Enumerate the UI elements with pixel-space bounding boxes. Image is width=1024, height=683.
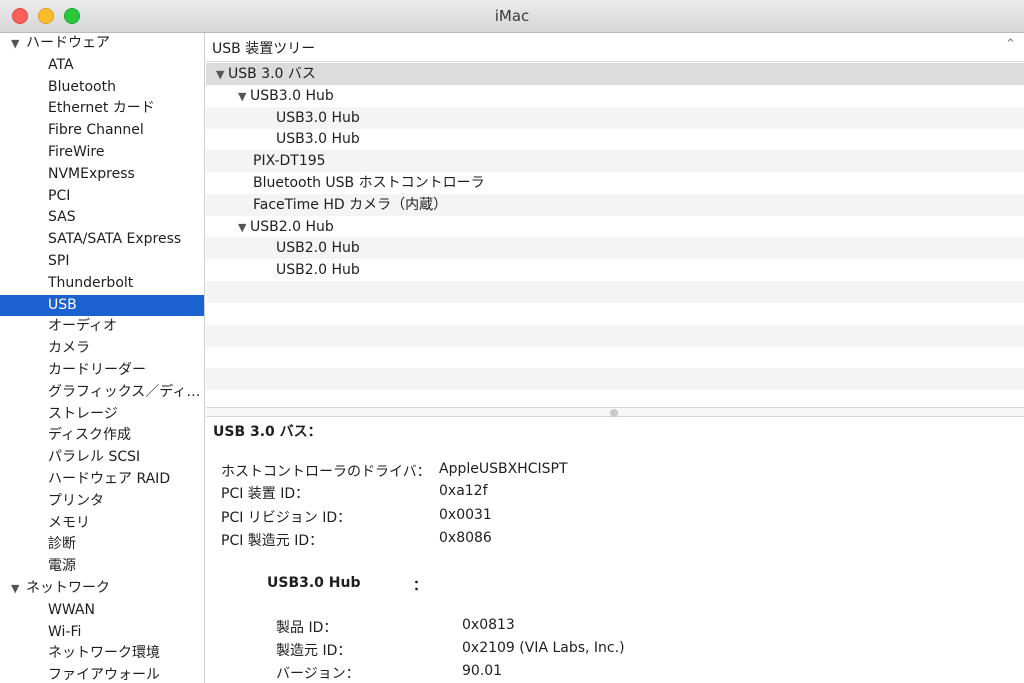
tree-row[interactable]: USB3.0 Hub <box>206 106 1024 129</box>
sidebar-group-1[interactable]: ▼ ネットワーク <box>0 578 204 599</box>
sort-chevron-up-icon[interactable]: ⌃ <box>1005 37 1016 52</box>
sidebar-group-label: ネットワーク <box>26 580 110 596</box>
sidebar-item[interactable]: SPI <box>0 251 204 272</box>
disclosure-triangle-icon[interactable]: ▼ <box>238 86 250 108</box>
property-key: PCI 装置 ID： <box>221 486 310 502</box>
tree-row-label: USB3.0 Hub <box>276 109 360 126</box>
sidebar-item[interactable]: グラフィックス／ディ… <box>0 382 204 403</box>
tree-row-label: USB2.0 Hub <box>250 218 334 235</box>
sidebar-item[interactable]: SAS <box>0 207 204 228</box>
sidebar-item[interactable]: パラレル SCSI <box>0 447 204 468</box>
sidebar-item[interactable]: Wi-Fi <box>0 622 204 643</box>
detail-pane: USB 3.0 バス： USB3.0 Hub ： ホストコントローラのドライバ：… <box>206 417 1024 683</box>
tree-row-label: USB3.0 Hub <box>250 87 334 104</box>
sub-property-value: 0x2109 (VIA Labs, Inc.) <box>462 640 625 656</box>
sidebar-item[interactable]: NVMExpress <box>0 164 204 185</box>
tree-header-title: USB 装置ツリー <box>212 41 316 57</box>
sidebar-item[interactable]: PCI <box>0 186 204 207</box>
splitter-handle-icon[interactable] <box>610 409 618 417</box>
tree-empty-row <box>206 324 1024 347</box>
tree-row[interactable]: FaceTime HD カメラ（内蔵） <box>206 193 1024 216</box>
usb-device-tree: ▼ USB 3.0 バス ▼ USB3.0 Hub USB3.0 Hub USB3.0 H… <box>206 63 1024 407</box>
sidebar-item[interactable]: Thunderbolt <box>0 273 204 294</box>
sidebar-item[interactable]: ATA <box>0 55 204 76</box>
sidebar-item[interactable]: Bluetooth <box>0 77 204 98</box>
detail-sub-colon: ： <box>413 578 427 594</box>
property-key: PCI 製造元 ID： <box>221 533 324 549</box>
sidebar-item[interactable]: オーディオ <box>0 316 204 337</box>
tree-row-label: PIX-DT195 <box>253 153 326 170</box>
tree-row[interactable]: PIX-DT195 <box>206 150 1024 173</box>
sub-property-key: 製造元 ID： <box>276 643 352 659</box>
sub-property-value: 90.01 <box>462 663 503 679</box>
tree-row[interactable]: ▼ USB 3.0 バス <box>206 63 1024 85</box>
sidebar-item[interactable]: ストレージ <box>0 404 204 425</box>
sub-property-key: 製品 ID： <box>276 620 338 636</box>
tree-row-label: Bluetooth USB ホストコントローラ <box>253 175 485 191</box>
sidebar-item[interactable]: カメラ <box>0 338 204 359</box>
sidebar-item[interactable]: Fibre Channel <box>0 120 204 141</box>
tree-empty-row <box>206 368 1024 391</box>
tree-row-label: USB3.0 Hub <box>276 131 360 148</box>
disclosure-triangle-icon[interactable]: ▼ <box>238 217 250 239</box>
tree-row[interactable]: USB2.0 Hub <box>206 237 1024 260</box>
sidebar-item[interactable]: FireWire <box>0 142 204 163</box>
property-key: ホストコントローラのドライバ： <box>221 464 431 480</box>
tree-empty-row <box>206 303 1024 325</box>
sidebar-item[interactable]: Ethernet カード <box>0 98 204 119</box>
tree-row[interactable]: USB3.0 Hub <box>206 128 1024 150</box>
tree-row[interactable]: USB2.0 Hub <box>206 259 1024 281</box>
sidebar-item[interactable]: SATA/SATA Express <box>0 229 204 250</box>
property-key: PCI リビジョン ID： <box>221 510 352 526</box>
property-value: 0xa12f <box>439 483 488 499</box>
tree-empty-row <box>206 346 1024 368</box>
detail-sub-title: USB3.0 Hub <box>267 575 361 591</box>
disclosure-triangle-icon[interactable]: ▼ <box>11 578 19 599</box>
sidebar: ▼ ハードウェア ATA Bluetooth Ethernet カード Fibre Cha… <box>0 33 205 683</box>
pane-splitter[interactable] <box>206 407 1024 417</box>
system-information-window: iMac ▼ ハードウェア ATA Bluetooth Ethernet カード Fibr… <box>0 0 1024 683</box>
tree-row[interactable]: ▼ USB2.0 Hub <box>206 216 1024 238</box>
sidebar-item[interactable]: プリンタ <box>0 491 204 512</box>
window-title: iMac <box>494 7 530 25</box>
tree-row-label: USB2.0 Hub <box>276 240 360 257</box>
disclosure-triangle-icon[interactable]: ▼ <box>11 33 19 54</box>
sub-property-key: バージョン： <box>276 666 360 682</box>
sidebar-item[interactable]: 電源 <box>0 556 204 577</box>
tree-empty-row <box>206 390 1024 407</box>
sidebar-item[interactable]: ネットワーク環境 <box>0 643 204 664</box>
sidebar-item[interactable]: ディスク作成 <box>0 425 204 446</box>
property-value: 0x0031 <box>439 507 492 523</box>
property-value: AppleUSBXHCISPT <box>439 461 568 477</box>
sidebar-item[interactable]: USB <box>0 294 204 316</box>
sidebar-item[interactable]: ハードウェア RAID <box>0 469 204 490</box>
sidebar-item[interactable]: メモリ <box>0 513 204 534</box>
tree-row[interactable]: ▼ USB3.0 Hub <box>206 85 1024 107</box>
sidebar-item[interactable]: WWAN <box>0 600 204 621</box>
sidebar-item[interactable]: カードリーダー <box>0 360 204 381</box>
sidebar-group-label: ハードウェア <box>26 35 110 51</box>
tree-row-label: FaceTime HD カメラ（内蔵） <box>253 196 448 213</box>
sidebar-item[interactable]: 診断 <box>0 534 204 555</box>
tree-row-label: USB 3.0 バス <box>228 66 316 82</box>
tree-header: USB 装置ツリー ⌃ <box>206 33 1024 62</box>
detail-title: USB 3.0 バス： <box>213 424 322 440</box>
sidebar-item[interactable]: ファイアウォール <box>0 665 204 683</box>
tree-row[interactable]: Bluetooth USB ホストコントローラ <box>206 172 1024 194</box>
tree-empty-row <box>206 281 1024 303</box>
tree-row-label: USB2.0 Hub <box>276 262 360 279</box>
property-value: 0x8086 <box>439 530 492 546</box>
title-bar: iMac <box>0 0 1024 33</box>
disclosure-triangle-icon[interactable]: ▼ <box>216 64 228 86</box>
sidebar-group-0[interactable]: ▼ ハードウェア <box>0 33 204 54</box>
sub-property-value: 0x0813 <box>462 617 515 633</box>
